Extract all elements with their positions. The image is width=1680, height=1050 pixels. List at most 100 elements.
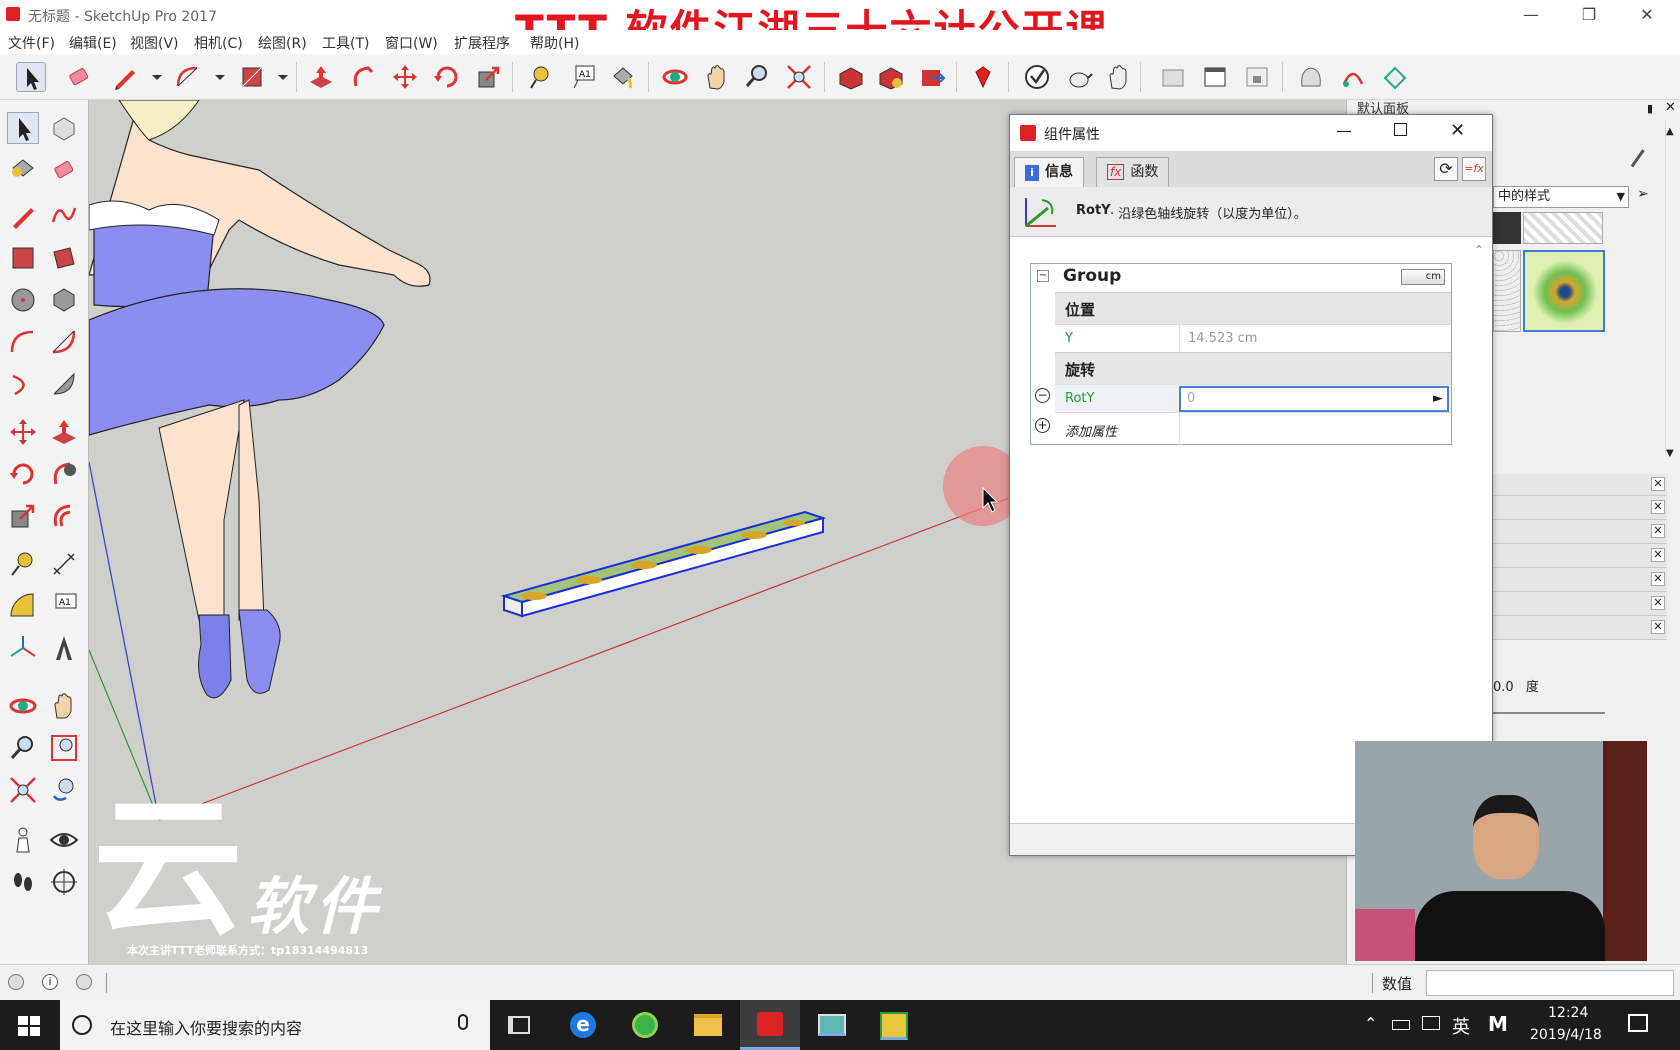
credits-icon[interactable]: i: [42, 974, 58, 990]
windows-start-icon[interactable]: [18, 1016, 40, 1036]
arc-tool-icon[interactable]: [173, 62, 203, 92]
dialog-minimize-icon[interactable]: —: [1336, 121, 1352, 140]
close-icon[interactable]: ✕: [1624, 4, 1670, 26]
collapse-group-icon[interactable]: −: [1037, 270, 1049, 282]
close-icon[interactable]: ✕: [1651, 500, 1665, 514]
menu-extensions[interactable]: 扩展程序: [454, 33, 510, 53]
clock-date[interactable]: 2019/4/18: [1530, 1027, 1602, 1043]
zoom-window-icon[interactable]: [48, 732, 80, 764]
sketchup-taskbar-icon[interactable]: [740, 1000, 800, 1050]
extension-warehouse-icon[interactable]: [876, 62, 906, 92]
task-view-icon[interactable]: [508, 1016, 530, 1034]
three-point-arc-icon[interactable]: [7, 368, 39, 400]
maximize-icon[interactable]: ❐: [1566, 4, 1612, 26]
pie-tool-icon[interactable]: [48, 368, 80, 400]
teapot-component-icon[interactable]: [1064, 62, 1094, 92]
move-tool-icon[interactable]: [390, 62, 420, 92]
component-check-icon[interactable]: [1022, 62, 1052, 92]
text-tool-icon[interactable]: A1: [568, 62, 598, 92]
refresh-icon[interactable]: ⟳: [1434, 157, 1458, 181]
orbit-tool-icon[interactable]: [660, 62, 690, 92]
tape-measure-icon[interactable]: [526, 62, 556, 92]
dialog-scroll-up-icon[interactable]: ⌃: [1474, 243, 1484, 257]
ruby-console-icon[interactable]: [968, 62, 998, 92]
texture-swatch-peacock[interactable]: [1523, 250, 1605, 332]
add-attribute-label[interactable]: 添加属性: [1065, 421, 1117, 440]
degree-slider[interactable]: [1493, 712, 1605, 714]
share-model-icon[interactable]: [918, 62, 948, 92]
zoom-extents-icon[interactable]: [7, 774, 39, 806]
app-window-icon[interactable]: [818, 1014, 846, 1036]
close-icon[interactable]: ✕: [1651, 524, 1665, 538]
push-pull-tool-icon[interactable]: [306, 62, 336, 92]
menu-tools[interactable]: 工具(T): [322, 33, 369, 53]
attr-row-roty[interactable]: RotY 0 ►: [1055, 384, 1451, 412]
zoom-extents-icon[interactable]: [784, 62, 814, 92]
clock-time[interactable]: 12:24: [1548, 1005, 1588, 1021]
tab-info[interactable]: i 信息: [1014, 157, 1084, 187]
dialog-maximize-icon[interactable]: [1394, 123, 1407, 136]
network-icon[interactable]: [1422, 1016, 1440, 1030]
menu-help[interactable]: 帮助(H): [530, 33, 579, 53]
collapsed-tray-row[interactable]: ✕: [1493, 544, 1667, 568]
rectangle-tool-icon[interactable]: [7, 242, 39, 274]
eraser-tool-icon[interactable]: [64, 62, 94, 92]
close-icon[interactable]: ✕: [1651, 620, 1665, 634]
collapsed-tray-row[interactable]: ✕: [1493, 474, 1667, 496]
menu-window[interactable]: 窗口(W): [385, 33, 438, 53]
paint-app-icon[interactable]: [880, 1012, 908, 1040]
protractor-icon[interactable]: [7, 590, 39, 622]
select-tool-icon[interactable]: [16, 62, 46, 92]
attr-row-y[interactable]: Y 14.523 cm: [1055, 324, 1451, 353]
unit-badge[interactable]: cm: [1401, 269, 1445, 285]
microphone-icon[interactable]: [458, 1014, 468, 1030]
file-explorer-icon[interactable]: [694, 1014, 722, 1036]
rotated-rectangle-icon[interactable]: [48, 242, 80, 274]
interact-hand-icon[interactable]: [1104, 62, 1134, 92]
line-tool-icon[interactable]: [7, 200, 39, 232]
lock-icon[interactable]: [1242, 62, 1272, 92]
polygon-tool-icon[interactable]: [48, 284, 80, 316]
look-around-eye-icon[interactable]: [48, 824, 80, 856]
scroll-up-icon[interactable]: ▲: [1666, 126, 1674, 137]
select-tool-icon[interactable]: [7, 112, 39, 144]
pan-hand-icon[interactable]: [48, 690, 80, 722]
360-browser-icon[interactable]: [632, 1012, 658, 1038]
attr-y-value[interactable]: 14.523 cm: [1179, 325, 1451, 353]
menu-edit[interactable]: 编辑(E): [69, 33, 117, 53]
collapsed-tray-row[interactable]: ✕: [1493, 520, 1667, 544]
dimension-tool-icon[interactable]: [48, 548, 80, 580]
chevron-down-icon[interactable]: [205, 62, 225, 92]
menu-draw[interactable]: 绘图(R): [258, 33, 307, 53]
text-tool-icon[interactable]: A1: [48, 590, 80, 622]
measurements-input[interactable]: [1426, 970, 1674, 996]
3d-warehouse-icon[interactable]: [836, 62, 866, 92]
formula-arrow-icon[interactable]: ►: [1433, 391, 1443, 406]
texture-swatch-stone[interactable]: [1523, 212, 1603, 244]
circle-tool-icon[interactable]: [7, 284, 39, 316]
ime-mode[interactable]: M: [1488, 1012, 1508, 1036]
eyedropper-icon[interactable]: [1630, 149, 1656, 175]
add-attribute-icon[interactable]: +: [1035, 418, 1050, 433]
notification-center-icon[interactable]: [1628, 1014, 1648, 1032]
tray-chevron-up-icon[interactable]: ⌃: [1364, 1014, 1377, 1033]
tray-pin-icon[interactable]: ▮: [1647, 102, 1653, 115]
walk-footprints-icon[interactable]: [7, 866, 39, 898]
input-lang[interactable]: 英: [1452, 1013, 1470, 1039]
chevron-down-icon[interactable]: [142, 62, 162, 92]
menu-file[interactable]: 文件(F): [8, 33, 55, 53]
geolocation-icon[interactable]: [8, 974, 24, 990]
section-plane-icon[interactable]: [48, 866, 80, 898]
rotate-tool-icon[interactable]: [432, 62, 462, 92]
chevron-down-icon[interactable]: [268, 62, 288, 92]
tray-scrollbar[interactable]: [1665, 120, 1679, 456]
pencil-tool-icon[interactable]: [110, 62, 140, 92]
attr-roty-input[interactable]: 0: [1179, 386, 1449, 412]
dynamic-component-icon[interactable]: [1380, 62, 1410, 92]
orbit-tool-icon[interactable]: [7, 690, 39, 722]
follow-me-tool-icon[interactable]: [348, 62, 378, 92]
account-icon[interactable]: [76, 974, 92, 990]
collapsed-tray-row[interactable]: ✕: [1493, 616, 1667, 640]
offset-tool-icon[interactable]: [48, 500, 80, 532]
tape-measure-icon[interactable]: [7, 548, 39, 580]
